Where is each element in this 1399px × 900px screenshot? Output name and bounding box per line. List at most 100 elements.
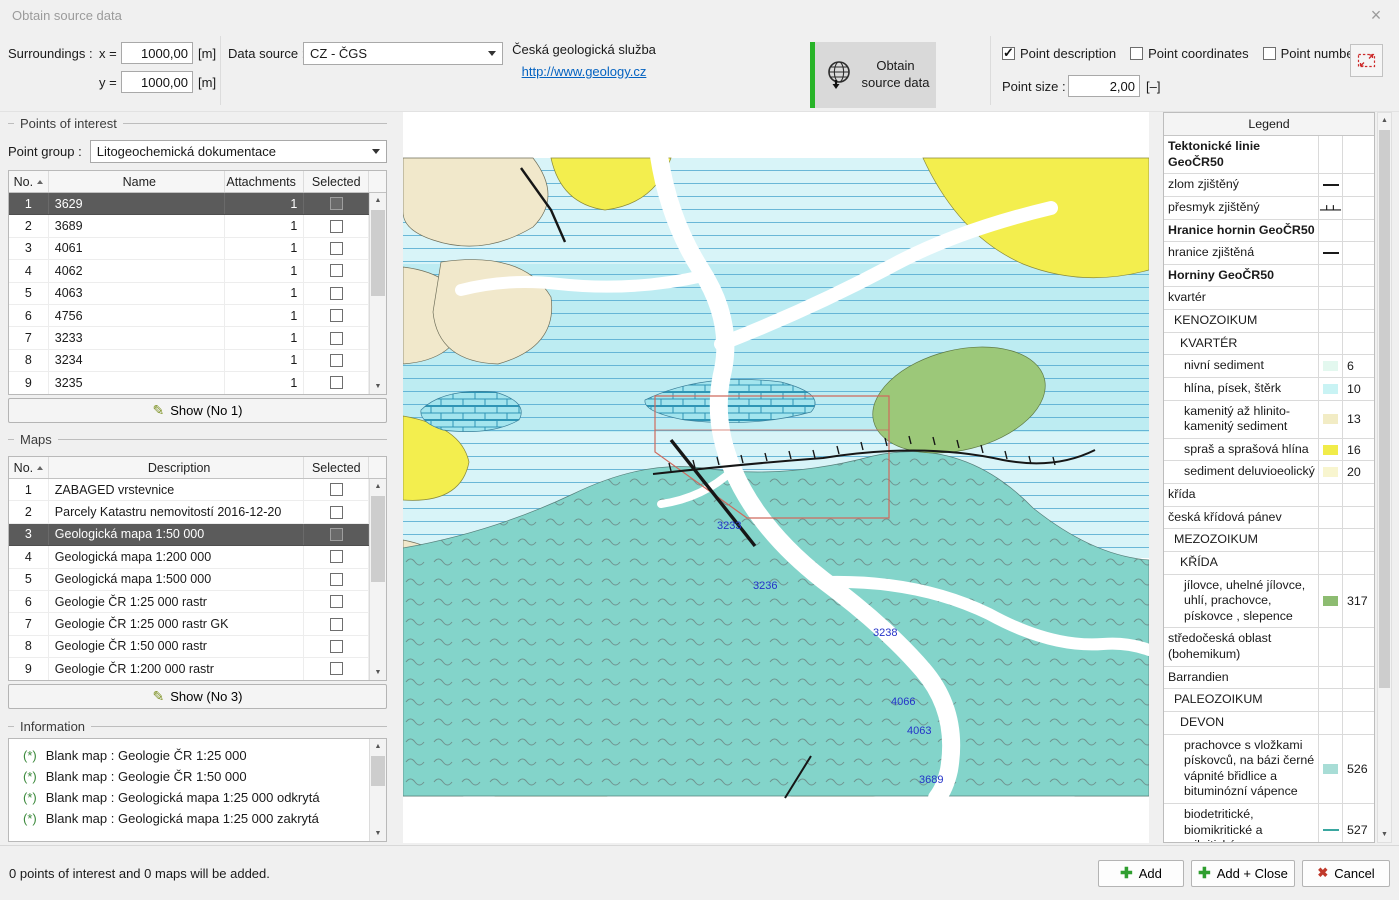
scrollbar-thumb[interactable] bbox=[371, 756, 385, 786]
points-table-row[interactable]: 5 4063 1 bbox=[9, 283, 369, 305]
map-selected-checkbox[interactable] bbox=[330, 506, 343, 519]
points-table-row[interactable]: 6 4756 1 bbox=[9, 305, 369, 327]
zoom-extents-button[interactable] bbox=[1350, 44, 1383, 77]
map-selected-checkbox[interactable] bbox=[330, 483, 343, 496]
data-source-select[interactable]: CZ - ČGS bbox=[303, 42, 503, 65]
close-icon[interactable]: × bbox=[1365, 6, 1387, 24]
info-marker-icon: (*) bbox=[23, 811, 37, 826]
point-option-checkbox[interactable] bbox=[1130, 47, 1143, 60]
scroll-down-icon[interactable]: ▼ bbox=[1378, 827, 1391, 842]
toolbar: Surroundings : x = [m] y = [m] Data sour… bbox=[0, 30, 1399, 112]
scroll-up-icon[interactable]: ▲ bbox=[370, 479, 386, 494]
map-selected-checkbox[interactable] bbox=[330, 618, 343, 631]
pencil-icon: ✎ bbox=[153, 688, 165, 705]
points-table-row[interactable]: 1 3629 1 bbox=[9, 193, 369, 215]
points-table-row[interactable]: 4 4062 1 bbox=[9, 260, 369, 282]
point-selected-checkbox[interactable] bbox=[330, 354, 343, 367]
points-table-row[interactable]: 3 4061 1 bbox=[9, 238, 369, 260]
map-viewport[interactable]: 323332363238406640633689 bbox=[403, 112, 1149, 843]
point-no: 5 bbox=[9, 283, 49, 304]
map-selected-checkbox[interactable] bbox=[330, 573, 343, 586]
map-selected-checkbox[interactable] bbox=[330, 528, 343, 541]
point-option[interactable]: Point description bbox=[1002, 46, 1116, 61]
legend-code bbox=[1342, 310, 1374, 332]
scrollbar-thumb[interactable] bbox=[371, 496, 385, 582]
legend-swatch bbox=[1323, 414, 1338, 424]
scroll-up-icon[interactable]: ▲ bbox=[1378, 113, 1391, 128]
y-input[interactable] bbox=[121, 71, 193, 93]
map-selected-checkbox[interactable] bbox=[330, 595, 343, 608]
plus-icon: ✚ bbox=[1198, 864, 1211, 882]
provider-link[interactable]: http://www.geology.cz bbox=[522, 64, 647, 79]
scrollbar-thumb[interactable] bbox=[371, 210, 385, 296]
maps-table-scrollbar[interactable]: ▲ ▼ bbox=[369, 479, 386, 680]
points-table-row[interactable]: 9 3235 1 bbox=[9, 372, 369, 394]
maps-table-row[interactable]: 2 Parcely Katastru nemovitostí 2016-12-2… bbox=[9, 501, 369, 523]
point-attachments: 1 bbox=[225, 260, 305, 281]
x-input[interactable] bbox=[121, 42, 193, 64]
point-group-select[interactable]: Litogeochemická dokumentace bbox=[90, 140, 387, 163]
point-selected-checkbox[interactable] bbox=[330, 287, 343, 300]
surroundings-label: Surroundings : bbox=[8, 46, 93, 61]
point-selected-checkbox[interactable] bbox=[330, 309, 343, 322]
thrust-symbol-icon bbox=[1319, 203, 1342, 213]
column-name[interactable]: Name bbox=[49, 171, 225, 192]
scrollbar-thumb[interactable] bbox=[1379, 130, 1390, 688]
point-selected-checkbox[interactable] bbox=[330, 264, 343, 277]
cancel-button[interactable]: ✖ Cancel bbox=[1302, 860, 1390, 887]
column-attachments[interactable]: Attachments bbox=[225, 171, 305, 192]
point-selected-checkbox[interactable] bbox=[330, 332, 343, 345]
scroll-up-icon[interactable]: ▲ bbox=[370, 739, 386, 754]
point-size-input[interactable] bbox=[1068, 75, 1140, 97]
map-selected-checkbox[interactable] bbox=[330, 550, 343, 563]
point-option[interactable]: Point coordinates bbox=[1130, 46, 1248, 61]
maps-table-row[interactable]: 1 ZABAGED vrstevnice bbox=[9, 479, 369, 501]
maps-table-row[interactable]: 9 Geologie ČR 1:200 000 rastr bbox=[9, 658, 369, 680]
maps-table-row[interactable]: 6 Geologie ČR 1:25 000 rastr bbox=[9, 591, 369, 613]
maps-table-row[interactable]: 4 Geologická mapa 1:200 000 bbox=[9, 546, 369, 568]
scroll-down-icon[interactable]: ▼ bbox=[370, 379, 386, 394]
column-no[interactable]: No. bbox=[9, 171, 49, 192]
scroll-up-icon[interactable]: ▲ bbox=[370, 193, 386, 208]
add-close-button[interactable]: ✚ Add + Close bbox=[1191, 860, 1295, 887]
legend-symbol-cell bbox=[1318, 378, 1342, 400]
column-no[interactable]: No. bbox=[9, 457, 49, 478]
points-table-row[interactable]: 2 3689 1 bbox=[9, 215, 369, 237]
map-selected-checkbox[interactable] bbox=[330, 662, 343, 675]
show-point-button[interactable]: ✎ Show (No 1) bbox=[8, 398, 387, 423]
point-selected-checkbox[interactable] bbox=[330, 197, 343, 210]
obtain-source-data-button[interactable]: Obtain source data bbox=[810, 42, 936, 108]
sort-asc-icon bbox=[37, 180, 43, 184]
column-selected[interactable]: Selected bbox=[304, 457, 369, 478]
point-option-checkbox[interactable] bbox=[1263, 47, 1276, 60]
point-selected-checkbox[interactable] bbox=[330, 220, 343, 233]
legend-label: sediment deluvioeolický bbox=[1164, 461, 1318, 483]
information-scrollbar[interactable]: ▲ ▼ bbox=[369, 739, 386, 841]
maps-table-row[interactable]: 8 Geologie ČR 1:50 000 rastr bbox=[9, 636, 369, 658]
point-option[interactable]: Point number bbox=[1263, 46, 1358, 61]
point-option-checkbox[interactable] bbox=[1002, 47, 1015, 60]
line-symbol-icon bbox=[1323, 252, 1339, 254]
show-map-button[interactable]: ✎ Show (No 3) bbox=[8, 684, 387, 709]
column-description[interactable]: Description bbox=[49, 457, 305, 478]
maps-table-row[interactable]: 5 Geologická mapa 1:500 000 bbox=[9, 569, 369, 591]
add-button[interactable]: ✚ Add bbox=[1098, 860, 1184, 887]
chevron-down-icon bbox=[367, 142, 385, 161]
points-table-row[interactable]: 7 3233 1 bbox=[9, 327, 369, 349]
legend-scrollbar[interactable]: ▲ ▼ bbox=[1377, 112, 1392, 843]
legend-label: biodetritické, biomikritické a mikritick… bbox=[1164, 804, 1318, 843]
points-table-scrollbar[interactable]: ▲ ▼ bbox=[369, 193, 386, 394]
scroll-down-icon[interactable]: ▼ bbox=[370, 826, 386, 841]
map-selected-checkbox[interactable] bbox=[330, 640, 343, 653]
maps-table-row[interactable]: 7 Geologie ČR 1:25 000 rastr GK bbox=[9, 613, 369, 635]
scroll-down-icon[interactable]: ▼ bbox=[370, 665, 386, 680]
point-selected-checkbox[interactable] bbox=[330, 376, 343, 389]
maps-table-row[interactable]: 3 Geologická mapa 1:50 000 bbox=[9, 524, 369, 546]
points-table-row[interactable]: 8 3234 1 bbox=[9, 350, 369, 372]
point-selected-cell bbox=[304, 283, 369, 304]
legend-code: 6 bbox=[1342, 355, 1374, 377]
point-selected-checkbox[interactable] bbox=[330, 242, 343, 255]
column-selected[interactable]: Selected bbox=[304, 171, 369, 192]
legend-label: zlom zjištěný bbox=[1164, 174, 1318, 196]
point-attachments: 1 bbox=[225, 238, 305, 259]
